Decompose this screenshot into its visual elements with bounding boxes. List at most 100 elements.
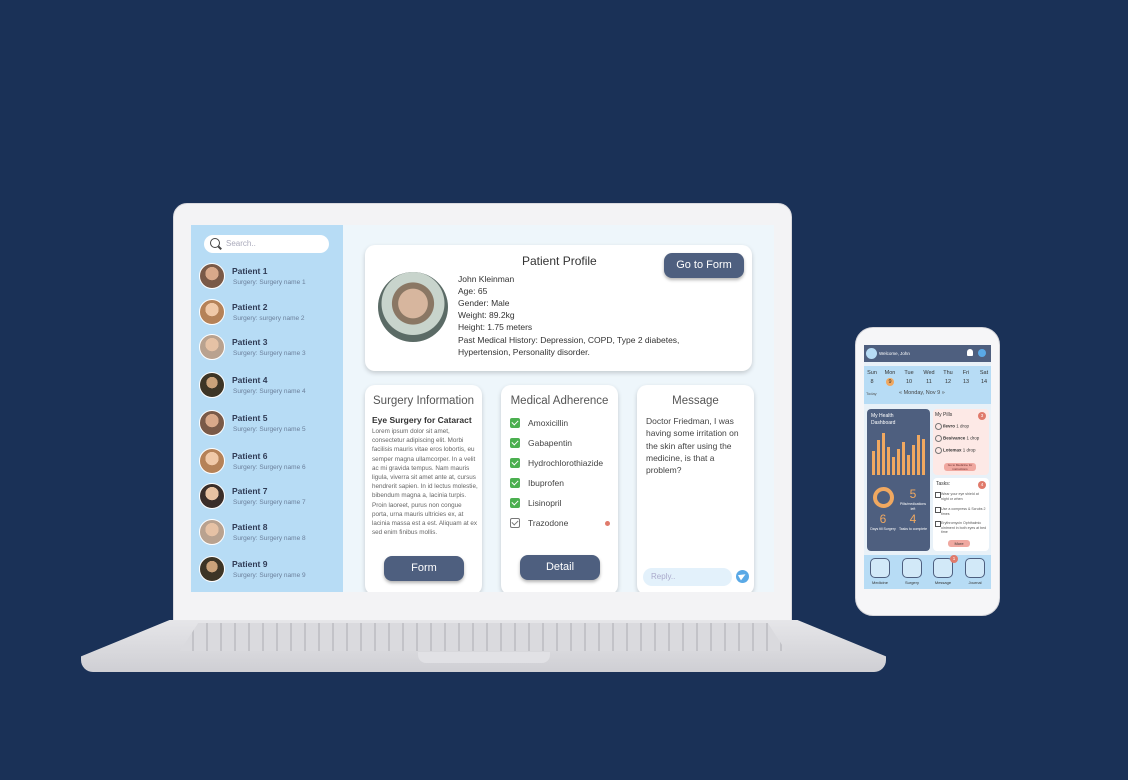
task-item[interactable]: Use a compress & Scrubs 2 times bbox=[935, 507, 987, 516]
avatar bbox=[199, 410, 225, 436]
day-name: Sun bbox=[867, 370, 877, 376]
search-placeholder: Search.. bbox=[226, 239, 256, 248]
calendar-day[interactable]: Tue 10 bbox=[901, 369, 917, 387]
stat-number: 5 bbox=[909, 487, 917, 501]
health-dashboard: My Health Dashboard 5 Pills/medications … bbox=[867, 409, 930, 551]
chart-bar bbox=[882, 433, 885, 475]
patient-name: Patient 3 bbox=[232, 337, 268, 347]
message-title: Message bbox=[672, 395, 719, 407]
checkbox-checked-icon[interactable] bbox=[510, 458, 520, 468]
day-number: 9 bbox=[886, 378, 894, 386]
add-icon[interactable] bbox=[978, 349, 986, 357]
pill-name: Besivance bbox=[943, 435, 966, 441]
day-name: Sat bbox=[979, 370, 989, 376]
patient-surgery: Surgery: Surgery name 1 bbox=[233, 279, 306, 286]
patient-profile-card: Patient Profile John Kleinman Age: 65 Ge… bbox=[365, 245, 752, 371]
patient-list-item[interactable]: Patient 7 Surgery: Surgery name 7 bbox=[199, 483, 339, 511]
med-item[interactable]: Trazodone bbox=[510, 518, 620, 530]
avatar bbox=[199, 372, 225, 398]
patient-surgery: Surgery: Surgery name 6 bbox=[233, 464, 306, 471]
patient-surgery: Surgery: Surgery name 7 bbox=[233, 499, 306, 506]
pill-item: Besivance 1 drop bbox=[935, 435, 987, 442]
main-content: Patient Profile John Kleinman Age: 65 Ge… bbox=[343, 225, 774, 592]
day-name: Thu bbox=[943, 370, 953, 376]
med-item[interactable]: Hydrochlorothiazide bbox=[510, 458, 620, 470]
medicine-icon bbox=[870, 558, 890, 578]
today-link[interactable]: Today bbox=[866, 391, 877, 396]
nav-label: Medicine bbox=[871, 580, 888, 585]
stat-number: 6 bbox=[879, 512, 887, 526]
profile-gender: Gender: Male bbox=[458, 298, 510, 308]
med-item[interactable]: Gabapentin bbox=[510, 438, 620, 450]
day-name: Tue bbox=[904, 370, 914, 376]
chart-bar bbox=[892, 457, 895, 475]
day-number: 10 bbox=[905, 379, 913, 385]
avatar bbox=[199, 448, 225, 474]
user-avatar-icon[interactable] bbox=[866, 348, 877, 359]
task-item[interactable]: Wear your eye shield at night or when bbox=[935, 492, 987, 501]
more-button[interactable]: More bbox=[948, 540, 970, 547]
pill-icon bbox=[935, 447, 942, 454]
patient-name: Patient 5 bbox=[232, 413, 268, 423]
stat-label: Tasks to complete bbox=[899, 527, 928, 531]
pills-title: My Pills bbox=[935, 412, 953, 418]
stat-label: Pills/medications left bbox=[899, 502, 927, 511]
patient-list-item[interactable]: Patient 4 Surgery: Surgery name 4 bbox=[199, 372, 339, 400]
dashboard-title: My Health Dashboard bbox=[871, 413, 896, 426]
patient-list-item[interactable]: Patient 3 Surgery: Surgery name 3 bbox=[199, 334, 339, 362]
patient-list-item[interactable]: Patient 5 Surgery: Surgery name 5 bbox=[199, 410, 339, 438]
go-to-medicine-button[interactable]: Go to Medicine for instructions bbox=[944, 463, 976, 471]
profile-weight: Weight: 89.2kg bbox=[458, 310, 515, 320]
med-item[interactable]: Lisinopril bbox=[510, 498, 620, 510]
calendar-day-today[interactable]: Mon 9 bbox=[882, 369, 898, 386]
calendar-day[interactable]: Thu 12 bbox=[940, 369, 956, 387]
task-item[interactable]: Erythromycin Ophthalmic ointment in both… bbox=[935, 521, 987, 535]
nav-journal[interactable]: Journal bbox=[964, 558, 986, 585]
med-name: Hydrochlorothiazide bbox=[528, 458, 604, 468]
detail-button[interactable]: Detail bbox=[520, 555, 600, 580]
calendar-day[interactable]: Sat 14 bbox=[976, 369, 991, 387]
chart-bar bbox=[917, 435, 920, 475]
search-input[interactable]: Search.. bbox=[204, 235, 329, 253]
surgery-title: Surgery Information bbox=[373, 395, 474, 407]
pill-name: Lotemax bbox=[943, 447, 962, 453]
form-button[interactable]: Form bbox=[384, 556, 464, 581]
med-item[interactable]: Amoxicillin bbox=[510, 418, 620, 430]
laptop-notch bbox=[418, 652, 550, 663]
patient-list-item[interactable]: Patient 8 Surgery: Surgery name 8 bbox=[199, 519, 339, 547]
checkbox-checked-icon[interactable] bbox=[510, 438, 520, 448]
checkbox-checked-icon[interactable] bbox=[510, 418, 520, 428]
patient-surgery: Surgery: Surgery name 3 bbox=[233, 350, 306, 357]
calendar-day[interactable]: Sun 8 bbox=[864, 369, 880, 387]
calendar-day[interactable]: Wed 11 bbox=[921, 369, 937, 387]
med-item[interactable]: Ibuprofen bbox=[510, 478, 620, 490]
patient-list-item[interactable]: Patient 9 Surgery: Surgery name 9 bbox=[199, 556, 339, 584]
nav-surgery[interactable]: Surgery bbox=[901, 558, 923, 585]
send-icon[interactable] bbox=[736, 570, 749, 583]
mobile-header: Welcome, John bbox=[864, 345, 991, 362]
bell-icon[interactable] bbox=[967, 349, 973, 356]
avatar bbox=[199, 299, 225, 325]
reply-input[interactable]: Reply.. bbox=[643, 568, 732, 586]
message-card: Message Doctor Friedman, I was having so… bbox=[637, 385, 754, 592]
patient-list-item[interactable]: Patient 1 Surgery: Surgery name 1 bbox=[199, 263, 339, 291]
patient-list-item[interactable]: Patient 6 Surgery: Surgery name 6 bbox=[199, 448, 339, 476]
pill-dose: 1 drop bbox=[966, 435, 980, 441]
profile-height: Height: 1.75 meters bbox=[458, 322, 533, 332]
patient-list-item[interactable]: Patient 2 Surgery: surgery name 2 bbox=[199, 299, 339, 327]
med-name: Trazodone bbox=[528, 518, 569, 528]
day-number: 14 bbox=[980, 379, 988, 385]
my-pills-card[interactable]: My Pills 3 Ilevro 1 drop Besivance 1 dro… bbox=[933, 409, 989, 475]
checkbox-checked-icon[interactable] bbox=[510, 498, 520, 508]
patient-surgery: Surgery: surgery name 2 bbox=[233, 315, 305, 322]
chart-bar bbox=[902, 442, 905, 475]
checkbox-checked-icon[interactable] bbox=[510, 478, 520, 488]
calendar-day[interactable]: Fri 13 bbox=[958, 369, 974, 387]
profile-history: Past Medical History: Depression, COPD, … bbox=[458, 335, 680, 357]
day-number: 13 bbox=[962, 379, 970, 385]
go-to-form-button[interactable]: Go to Form bbox=[664, 253, 744, 278]
avatar bbox=[199, 334, 225, 360]
mobile-app-screen: Welcome, John Sun 8 Mon 9 Tue 10 Wed 11 Thu 1… bbox=[864, 345, 991, 589]
checkbox-unchecked-icon[interactable] bbox=[510, 518, 520, 528]
nav-medicine[interactable]: Medicine bbox=[869, 558, 891, 585]
